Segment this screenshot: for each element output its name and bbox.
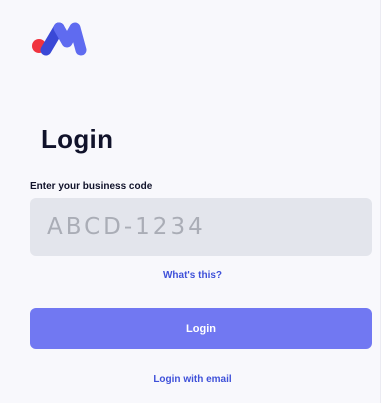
logo-right-stroke bbox=[53, 22, 87, 56]
business-code-input[interactable] bbox=[30, 198, 372, 256]
login-button[interactable]: Login bbox=[30, 308, 372, 349]
page-title: Login bbox=[41, 124, 114, 154]
window-edge bbox=[380, 0, 385, 403]
business-code-label: Enter your business code bbox=[30, 181, 153, 192]
login-page: Login Enter your business code What's th… bbox=[0, 0, 385, 403]
login-with-email-link[interactable]: Login with email bbox=[0, 374, 385, 385]
brand-m-logo-icon bbox=[32, 22, 87, 56]
whats-this-link[interactable]: What's this? bbox=[0, 270, 385, 281]
